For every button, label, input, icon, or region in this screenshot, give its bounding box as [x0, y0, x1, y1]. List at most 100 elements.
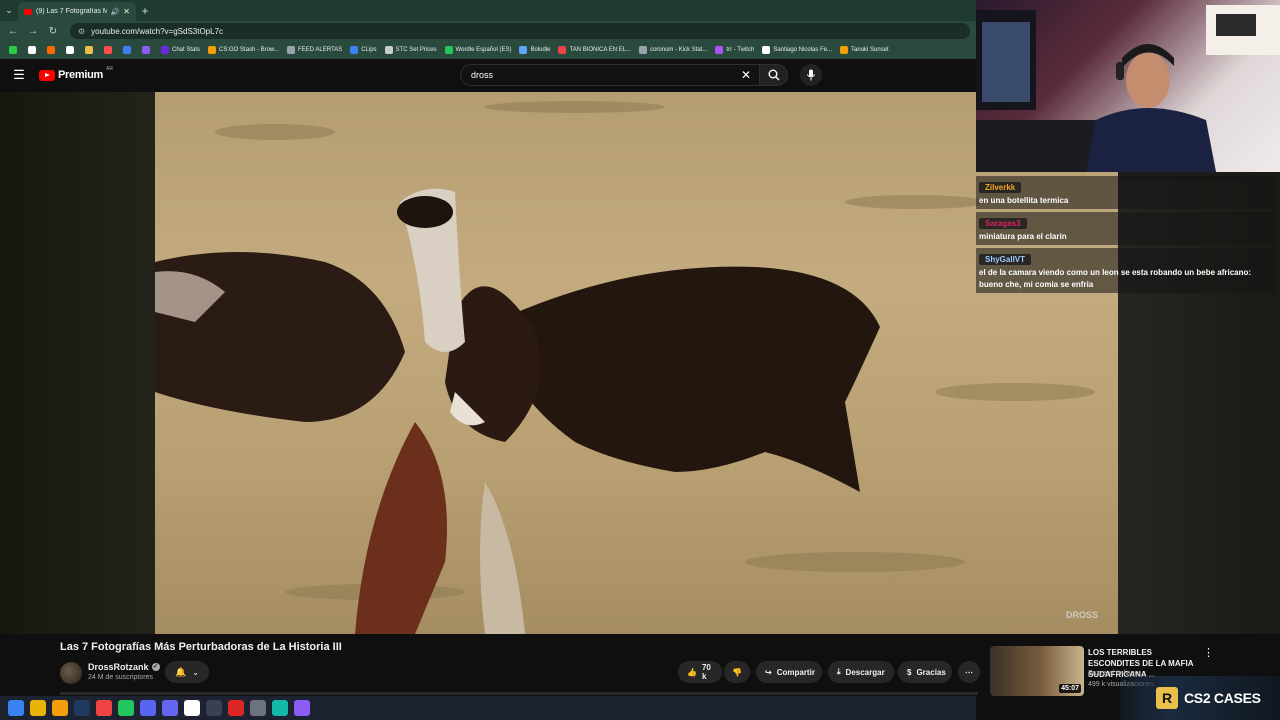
- bookmark-item[interactable]: [120, 46, 137, 54]
- chat-message: Saragas3 miniatura para el clarín: [976, 212, 1276, 245]
- close-tab-icon[interactable]: ✕: [123, 7, 130, 16]
- channel-watermark[interactable]: DROSS: [1066, 610, 1098, 620]
- url-field[interactable]: ⚙ youtube.com/watch?v=gSdS3tOpL7c: [70, 23, 970, 39]
- bookmark-favicon-icon: [715, 46, 724, 54]
- search-box: ✕: [460, 64, 760, 86]
- bookmark-item[interactable]: [25, 46, 42, 54]
- bookmark-item[interactable]: FEED ALERTAS: [284, 46, 345, 54]
- search-button[interactable]: [760, 64, 788, 86]
- notion-taskbar-icon[interactable]: [184, 700, 200, 716]
- bookmark-item[interactable]: TAN BIONICA EN EL...: [555, 46, 634, 54]
- active-tab[interactable]: (9) Las 7 Fotografías Más P... 🔊 ✕: [18, 2, 136, 21]
- share-label: Compartir: [776, 667, 815, 677]
- bookmark-favicon-icon: [104, 46, 112, 54]
- notification-bell-button[interactable]: 🔔 ⌄: [165, 661, 209, 683]
- bookmark-item[interactable]: [44, 46, 61, 54]
- search-input[interactable]: [471, 70, 731, 80]
- chat-text: en una botellita termica: [979, 196, 1069, 205]
- vulture-scene-image: [155, 101, 1095, 634]
- bookmark-item[interactable]: Chat Stats: [158, 46, 203, 54]
- bookmark-item[interactable]: [139, 46, 156, 54]
- steam-taskbar-icon[interactable]: [74, 700, 90, 716]
- app-gray-taskbar-icon[interactable]: [250, 700, 266, 716]
- channel-name-text: DrossRotzank: [88, 662, 149, 672]
- bookmark-label: Tanuki Sunset: [851, 47, 889, 53]
- chat-message: Zilverkk en una botellita termica: [976, 176, 1276, 209]
- app-blue-taskbar-icon[interactable]: [162, 700, 178, 716]
- bookmark-item[interactable]: CS:GO Stash - Brow...: [205, 46, 282, 54]
- share-icon: ↪: [765, 667, 772, 677]
- bookmark-favicon-icon: [142, 46, 150, 54]
- bookmark-item[interactable]: [82, 46, 99, 54]
- bookmark-item[interactable]: CLips: [347, 46, 379, 54]
- thumbs-down-icon: 👎: [732, 667, 742, 677]
- like-button[interactable]: 👍 70 k: [678, 661, 722, 683]
- cs2-cases-banner: R CS2 CASES: [1120, 676, 1280, 720]
- channel-avatar[interactable]: [60, 662, 82, 684]
- bookmark-favicon-icon: [9, 46, 17, 54]
- chevron-down-icon: ⌄: [192, 667, 199, 677]
- logo-region: AR: [105, 66, 113, 72]
- bookmark-item[interactable]: [101, 46, 118, 54]
- app-teal-taskbar-icon[interactable]: [272, 700, 288, 716]
- windows-taskbar-icon[interactable]: [8, 700, 24, 716]
- bookmark-item[interactable]: Santiago Nicolas Fe...: [759, 46, 835, 54]
- bookmark-favicon-icon: [123, 46, 131, 54]
- dislike-button[interactable]: 👎: [724, 661, 750, 683]
- tab-search-icon[interactable]: ⌄: [0, 0, 18, 21]
- windows-taskbar: [0, 696, 976, 720]
- bookmark-item[interactable]: Tanuki Sunset: [837, 46, 892, 54]
- hamburger-menu-icon[interactable]: ☰: [12, 68, 26, 82]
- spotify-taskbar-icon[interactable]: [118, 700, 134, 716]
- speaker-icon[interactable]: 🔊: [111, 8, 120, 16]
- like-count: 70 k: [701, 663, 711, 681]
- app-dark-taskbar-icon[interactable]: [206, 700, 222, 716]
- chrome-taskbar-icon[interactable]: [30, 700, 46, 716]
- bell-icon: 🔔: [175, 666, 187, 677]
- search-icon: [768, 69, 779, 81]
- discord-taskbar-icon[interactable]: [140, 700, 156, 716]
- share-button[interactable]: ↪ Compartir: [756, 661, 822, 683]
- voice-search-button[interactable]: [800, 64, 822, 86]
- youtube-premium-logo[interactable]: Premium AR: [39, 66, 113, 81]
- app-purple-taskbar-icon[interactable]: [294, 700, 310, 716]
- bookmark-label: STC Set Prices: [395, 47, 437, 53]
- browser-tab-bar: ⌄ (9) Las 7 Fotografías Más P... 🔊 ✕ +: [0, 0, 976, 21]
- bookmark-favicon-icon: [47, 46, 55, 54]
- explorer-taskbar-icon[interactable]: [52, 700, 68, 716]
- clear-search-icon[interactable]: ✕: [741, 68, 751, 82]
- bookmark-item[interactable]: coronom - Kick Stat...: [636, 46, 710, 54]
- bookmark-favicon-icon: [28, 46, 36, 54]
- recommended-menu-icon[interactable]: ⋮: [1203, 646, 1214, 659]
- more-actions-button[interactable]: ⋯: [958, 661, 980, 683]
- site-info-icon[interactable]: ⚙: [78, 27, 85, 36]
- bookmark-item[interactable]: STC Set Prices: [382, 46, 440, 54]
- youtube-play-icon: [39, 69, 55, 81]
- video-frame[interactable]: DROSS: [155, 92, 1118, 634]
- thanks-button[interactable]: $ Gracias: [898, 661, 952, 683]
- more-horizontal-icon: ⋯: [965, 667, 973, 677]
- recommended-thumbnail[interactable]: 45:07: [990, 646, 1084, 696]
- webcam-image: [976, 5, 1280, 172]
- new-tab-button[interactable]: +: [136, 4, 154, 18]
- subscriber-count: 24 M de suscriptores: [88, 674, 153, 681]
- bookmark-item[interactable]: [63, 46, 80, 54]
- back-icon[interactable]: ←: [4, 26, 22, 37]
- channel-name[interactable]: DrossRotzank ✓: [88, 662, 160, 672]
- bookmark-item[interactable]: Wordle Español (ES): [442, 46, 515, 54]
- bookmark-favicon-icon: [384, 46, 393, 54]
- reload-icon[interactable]: ↻: [44, 26, 62, 37]
- youtube-header: ☰ Premium AR ✕: [0, 59, 976, 92]
- bookmark-item[interactable]: [6, 46, 23, 54]
- app-red2-taskbar-icon[interactable]: [228, 700, 244, 716]
- logo-text: Premium: [58, 69, 103, 81]
- bookmark-item[interactable]: Boludle: [516, 46, 553, 54]
- bookmark-favicon-icon: [558, 46, 567, 54]
- forward-icon[interactable]: →: [24, 26, 42, 37]
- download-button[interactable]: ⤓ Descargar: [828, 661, 894, 683]
- app-red-taskbar-icon[interactable]: [96, 700, 112, 716]
- video-player-area[interactable]: DROSS: [0, 92, 1280, 634]
- bookmark-label: trr - Twitch: [726, 47, 755, 53]
- bookmark-favicon-icon: [66, 46, 74, 54]
- bookmark-item[interactable]: trr - Twitch: [712, 46, 757, 54]
